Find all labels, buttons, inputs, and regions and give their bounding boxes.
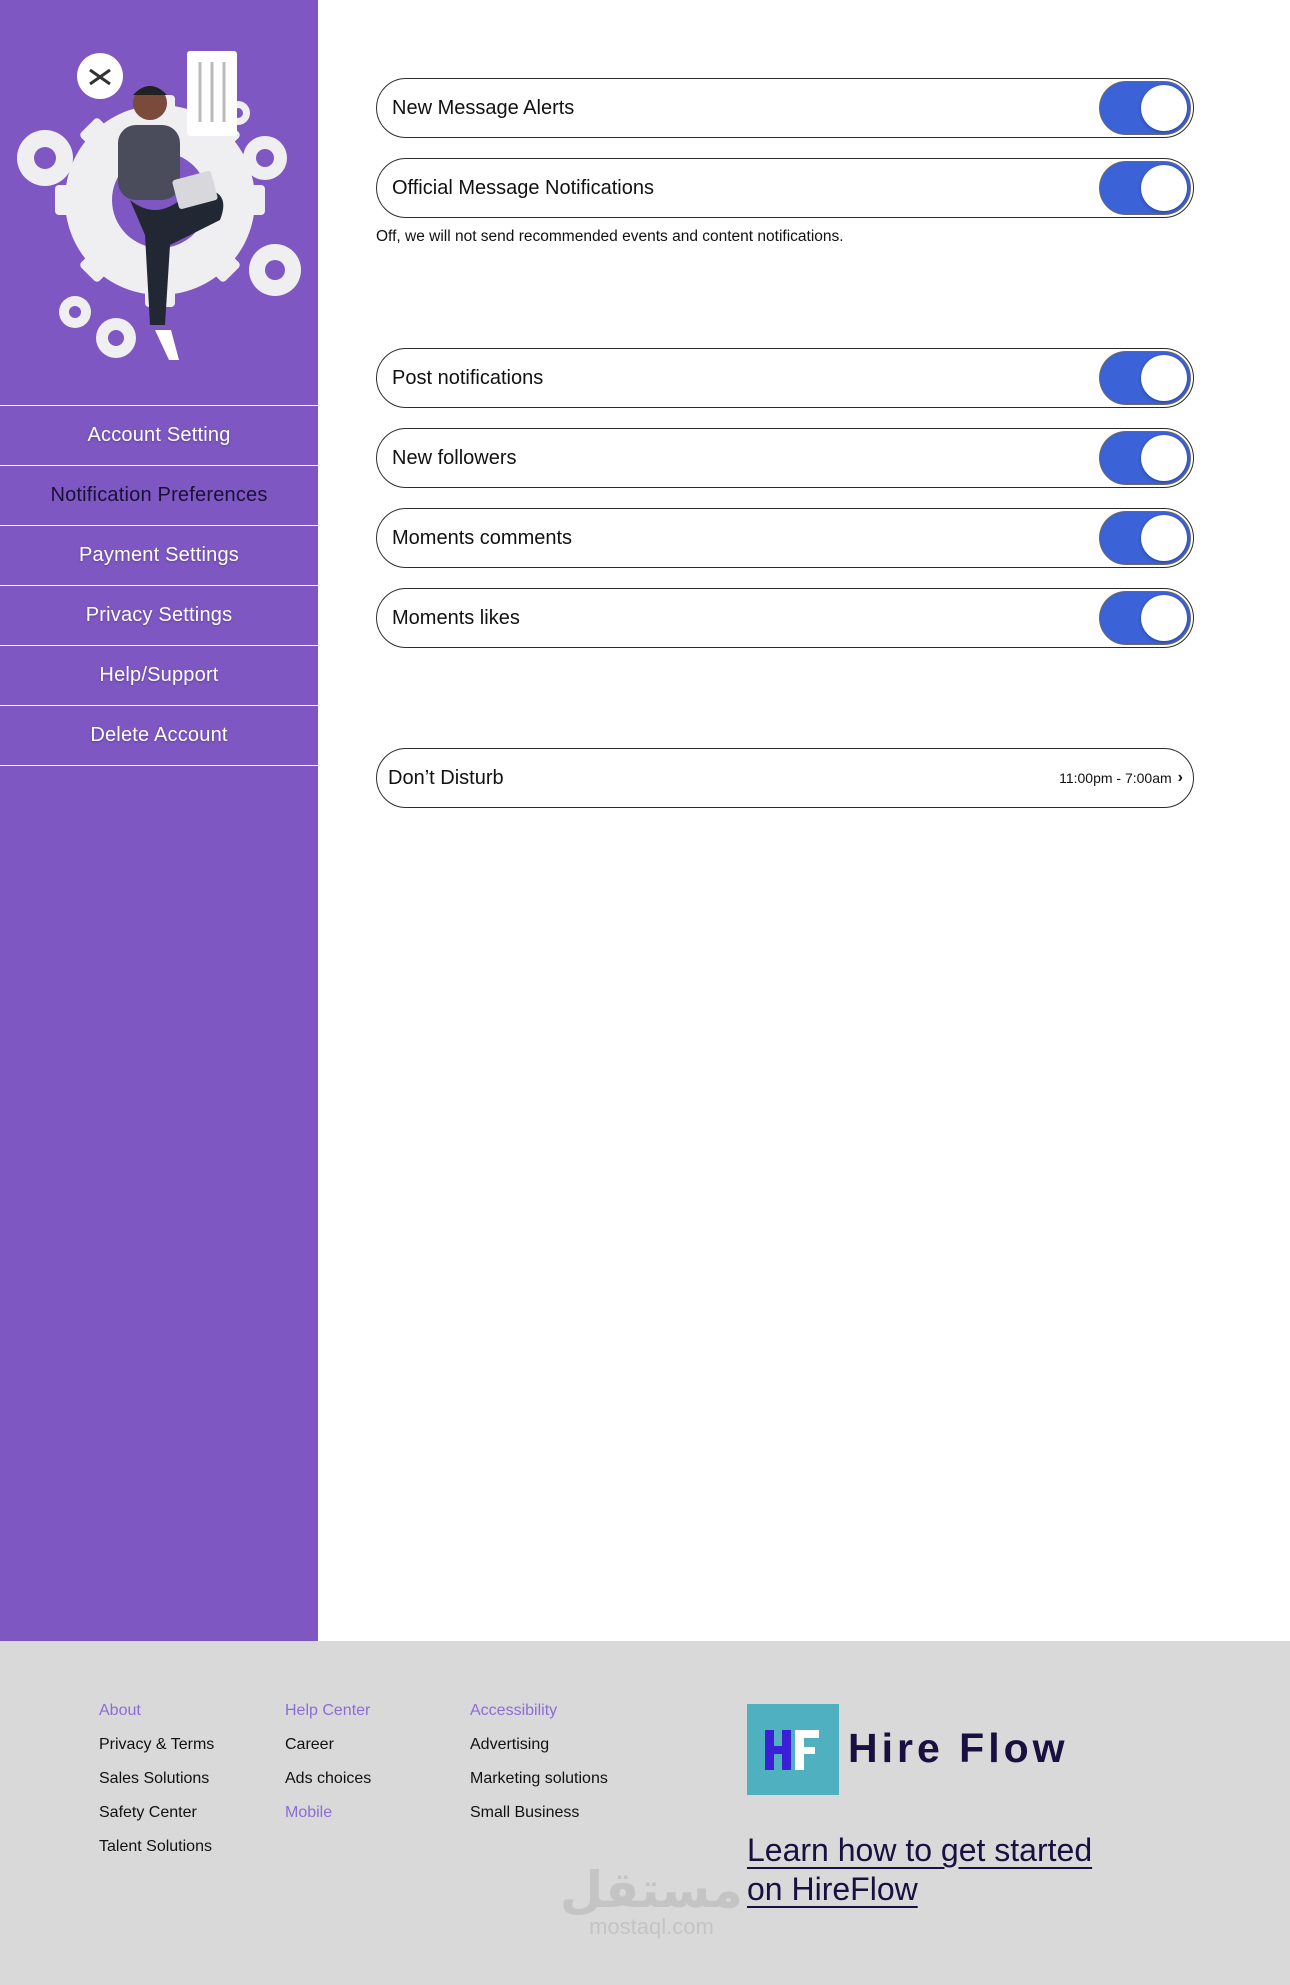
learn-line-1: Learn how to get started [747, 1832, 1093, 1868]
footer-link-marketing-solutions[interactable]: Marketing solutions [470, 1769, 608, 1803]
post-notifications-toggle[interactable] [1099, 351, 1191, 405]
setting-label: Moments likes [392, 606, 520, 629]
official-message-notifications-toggle[interactable] [1099, 161, 1191, 215]
setting-new-message-alerts: New Message Alerts [376, 78, 1194, 138]
moments-comments-toggle[interactable] [1099, 511, 1191, 565]
toggle-knob [1141, 85, 1187, 131]
watermark: مستقل mostaql.com [560, 1862, 743, 1940]
setting-post-notifications: Post notifications [376, 348, 1194, 408]
footer-link-small-business[interactable]: Small Business [470, 1803, 608, 1837]
hf-logo-icon [765, 1729, 819, 1770]
dont-disturb-row[interactable]: Don’t Disturb 11:00pm - 7:00am › [376, 748, 1194, 808]
setting-label: Moments comments [392, 526, 573, 549]
toggle-knob [1141, 165, 1187, 211]
nav-account-setting[interactable]: Account Setting [0, 406, 318, 466]
setting-label: New Message Alerts [392, 96, 575, 119]
footer-link-advertising[interactable]: Advertising [470, 1735, 608, 1769]
setting-new-followers: New followers [376, 428, 1194, 488]
notifications-hint: Off, we will not send recommended events… [376, 228, 844, 245]
footer-link-career[interactable]: Career [285, 1735, 371, 1769]
toggle-knob [1141, 355, 1187, 401]
learn-get-started-link[interactable]: Learn how to get started on HireFlow [747, 1831, 1127, 1909]
nav-delete-account[interactable]: Delete Account [0, 706, 318, 766]
setting-label: Official Message Notifications [392, 176, 654, 199]
footer-link-about[interactable]: About [99, 1701, 214, 1735]
dont-disturb-label: Don’t Disturb [388, 766, 504, 789]
footer-link-help-center[interactable]: Help Center [285, 1701, 371, 1735]
footer-link-ads-choices[interactable]: Ads choices [285, 1769, 371, 1803]
notification-settings-panel: New Message Alerts Official Message Noti… [318, 0, 1290, 1641]
footer-col-2: Help Center Career Ads choices Mobile [285, 1701, 371, 1837]
sidebar: Account Setting Notification Preferences… [0, 0, 318, 1641]
footer-link-privacy-terms[interactable]: Privacy & Terms [99, 1735, 214, 1769]
nav-privacy-settings[interactable]: Privacy Settings [0, 586, 318, 646]
setting-moments-likes: Moments likes [376, 588, 1194, 648]
footer-link-accessibility[interactable]: Accessibility [470, 1701, 608, 1735]
toggle-knob [1141, 515, 1187, 561]
footer-link-sales-solutions[interactable]: Sales Solutions [99, 1769, 214, 1803]
learn-line-2: on HireFlow [747, 1871, 918, 1907]
hireflow-logo-mark [747, 1704, 839, 1795]
toggle-knob [1141, 435, 1187, 481]
dont-disturb-time: 11:00pm - 7:00am [1059, 770, 1172, 786]
setting-label: Post notifications [392, 366, 544, 389]
footer: About Privacy & Terms Sales Solutions Sa… [0, 1641, 1290, 1985]
watermark-arabic: مستقل [560, 1862, 743, 1918]
hero-illustration [0, 0, 318, 405]
nav-help-support[interactable]: Help/Support [0, 646, 318, 706]
footer-link-safety-center[interactable]: Safety Center [99, 1803, 214, 1837]
nav-payment-settings[interactable]: Payment Settings [0, 526, 318, 586]
footer-link-talent-solutions[interactable]: Talent Solutions [99, 1837, 214, 1871]
brand-name: Hire Flow [848, 1725, 1069, 1771]
settings-illustration [17, 51, 301, 360]
footer-col-1: About Privacy & Terms Sales Solutions Sa… [99, 1701, 214, 1871]
new-followers-toggle[interactable] [1099, 431, 1191, 485]
setting-label: New followers [392, 446, 517, 469]
setting-moments-comments: Moments comments [376, 508, 1194, 568]
settings-nav: Account Setting Notification Preferences… [0, 405, 318, 766]
toggle-knob [1141, 595, 1187, 641]
chevron-right-icon: › [1177, 769, 1183, 786]
footer-col-3: Accessibility Advertising Marketing solu… [470, 1701, 608, 1837]
nav-notification-preferences[interactable]: Notification Preferences [0, 466, 318, 526]
moments-likes-toggle[interactable] [1099, 591, 1191, 645]
footer-link-mobile[interactable]: Mobile [285, 1803, 371, 1837]
setting-official-message-notifications: Official Message Notifications [376, 158, 1194, 218]
new-message-alerts-toggle[interactable] [1099, 81, 1191, 135]
